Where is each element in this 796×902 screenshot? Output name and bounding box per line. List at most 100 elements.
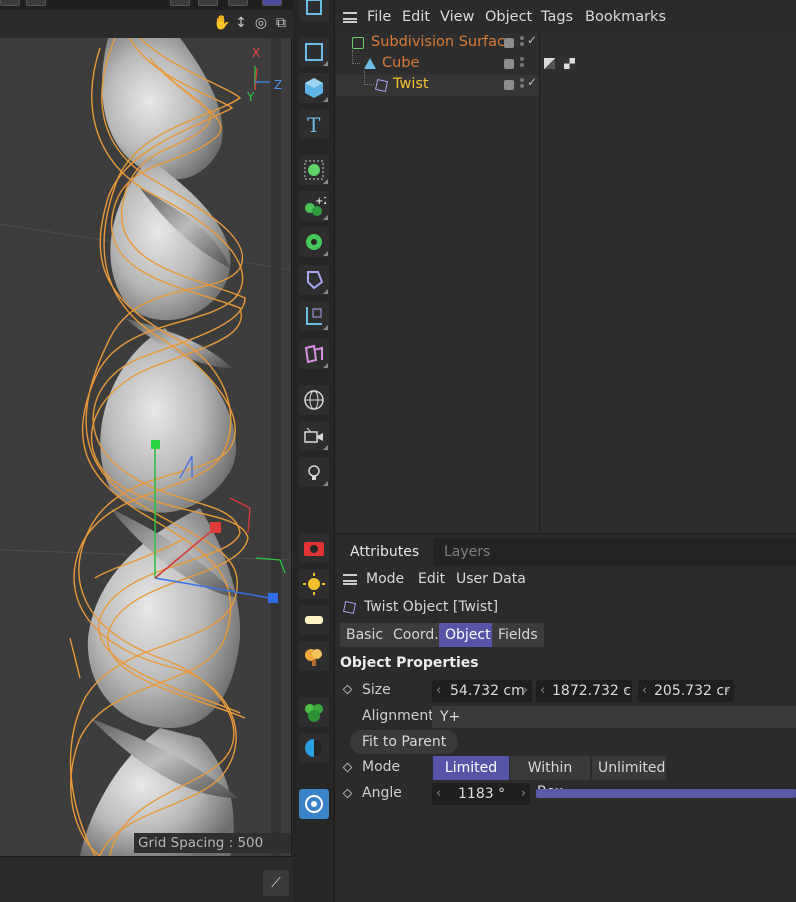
keyframe-diamond-icon[interactable] [342,788,353,799]
subdivision-surface-icon [352,37,364,49]
maximize-view-icon[interactable]: ⧉ [273,15,289,31]
subtab-fields[interactable]: Fields [492,623,544,647]
angle-slider[interactable] [536,789,796,798]
enabled-check-icon[interactable]: ✓ [527,75,537,89]
axis-corner-icon[interactable]: ⟋ [263,870,289,896]
visibility-toggle[interactable] [504,80,514,90]
axis-label-z: Z [274,78,283,92]
cinema4d-window: ✋ ↕ ◎ ⧉ X Y Z Grid Spacing: 500 ⟋ T + F… [0,0,796,902]
menu-edit[interactable]: Edit [418,571,445,587]
cube-primitive-icon[interactable] [299,73,329,103]
object-name[interactable]: Cube [382,55,419,71]
object-name[interactable]: Twist [393,76,429,92]
toolbar-button[interactable] [198,0,218,6]
text-object-icon[interactable]: T [299,109,329,139]
size-label: Size [362,682,391,698]
settings-gear-icon[interactable] [299,789,329,819]
cube-object-icon [364,58,376,69]
mode-limited[interactable]: Limited [433,756,509,780]
keyframe-diamond-icon[interactable] [342,684,353,695]
alignment-dropdown[interactable]: Y+ [432,706,796,728]
menu-bookmarks[interactable]: Bookmarks [585,9,666,25]
viewport-top-toolbar [0,0,293,10]
object-name[interactable]: Subdivision Surface [371,34,514,50]
size-z-field[interactable]: ‹ 205.732 cr › [638,680,734,702]
mode-unlimited[interactable]: Unlimited [592,756,666,780]
visibility-toggle[interactable] [504,59,514,69]
light-bulb-icon[interactable] [299,457,329,487]
3d-viewport[interactable]: X Y Z Grid Spacing : 500 cm [0,38,292,856]
object-row-twist[interactable]: Twist ✓ [336,71,539,96]
attributes-tabs: Attributes Layers [336,538,796,566]
viewport-footer: ⟋ [0,856,293,902]
toolbar-button[interactable] [26,0,46,6]
mode-label: Mode [362,759,401,775]
checker-tag-icon[interactable] [564,58,575,69]
keyframe-diamond-icon[interactable] [342,762,353,773]
menu-view[interactable]: View [440,9,474,25]
sun-light-icon[interactable] [299,569,329,599]
size-y-field[interactable]: ‹ 1872.732 c › [536,680,632,702]
move-arrows-icon[interactable]: ↕ [233,15,249,31]
hamburger-menu-icon[interactable] [343,574,357,585]
menu-file[interactable]: File [367,9,391,25]
layer-dots[interactable] [520,57,524,69]
globe-scene-icon[interactable] [299,385,329,415]
svg-text:T: T [307,113,321,136]
object-row-subdivision-surface[interactable]: Subdivision Surface ✓ [336,33,539,54]
section-title: Object Properties [340,655,479,671]
toolbar-button[interactable] [170,0,190,6]
rotate-view-icon[interactable]: ◎ [253,15,269,31]
tree-connector [364,71,374,85]
environment-icon[interactable] [299,733,329,763]
mode-within-box[interactable]: Within Box [510,756,590,800]
tag-icon[interactable] [299,339,329,369]
enabled-check-icon[interactable]: ✓ [527,33,537,47]
menu-edit[interactable]: Edit [402,9,430,25]
twist-deformer-icon [374,78,389,93]
menu-tags[interactable]: Tags [541,9,573,25]
tree-connector [352,50,360,64]
menu-mode[interactable]: Mode [366,571,404,587]
foliage-icon[interactable] [299,697,329,727]
explosion-effect-icon[interactable] [299,641,329,671]
angle-label: Angle [362,785,402,801]
menu-object[interactable]: Object [485,9,532,25]
size-x-field[interactable]: ‹ 54.732 cm › [432,680,532,702]
alignment-label: Alignment [362,708,434,724]
pan-hand-icon[interactable]: ✋ [213,15,230,31]
toolbar-button[interactable] [0,0,20,6]
object-list: Subdivision Surface ✓ Cube Twist ✓ [336,33,796,533]
phong-tag-icon[interactable] [544,58,555,69]
menu-user-data[interactable]: User Data [456,571,526,587]
tab-attributes[interactable]: Attributes [336,538,434,566]
axis-label-x: X [252,46,261,60]
area-light-icon[interactable] [299,605,329,635]
deformer-bend-icon[interactable] [299,265,329,295]
fit-to-parent-button[interactable]: Fit to Parent [350,730,459,754]
layer-dots[interactable] [520,36,524,48]
right-panel: File Edit View Object Tags Bookmarks Sub… [336,0,796,902]
subtab-object[interactable]: Object [439,623,497,647]
camera-icon[interactable] [299,421,329,451]
hamburger-menu-icon[interactable] [343,12,357,23]
object-title: Twist Object [Twist] [364,599,499,615]
tab-layers[interactable]: Layers [430,538,504,566]
visibility-toggle[interactable] [504,38,514,48]
generator-icon[interactable] [299,155,329,185]
angle-field[interactable]: ‹ 1183 ° › [432,783,530,805]
subtab-basic[interactable]: Basic [340,623,390,647]
viewport-scene [0,38,291,856]
field-object-icon[interactable] [299,301,329,331]
layer-dots[interactable] [520,78,524,90]
subtab-coord[interactable]: Coord. [387,623,445,647]
render-camera-icon[interactable] [299,533,329,563]
toolbar-button[interactable] [262,0,282,6]
tool-selection-icon[interactable] [299,0,329,22]
axis-label-y: Y [247,90,255,104]
object-manager-menu-bar: File Edit View Object Tags Bookmarks [336,6,796,30]
toolbar-button[interactable] [228,0,248,6]
cloner-icon[interactable]: +2 [299,191,329,221]
spline-rectangle-icon[interactable] [299,37,329,67]
gear-effector-icon[interactable] [299,227,329,257]
